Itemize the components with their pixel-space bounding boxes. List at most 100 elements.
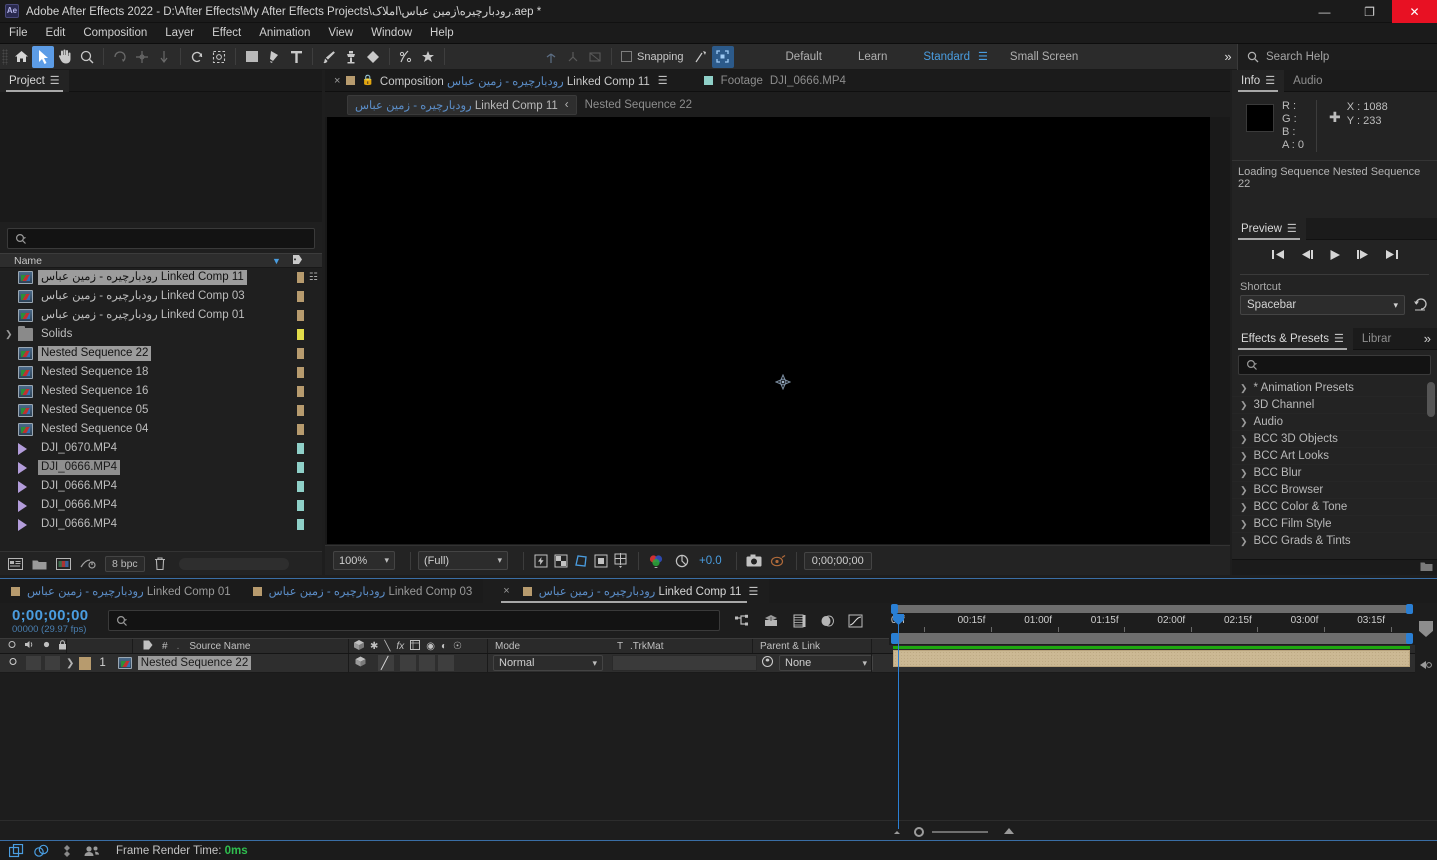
work-area-handle-left[interactable] xyxy=(891,633,898,644)
layer-clip-bar[interactable] xyxy=(893,650,1410,667)
parent-link-header[interactable]: Parent & Link xyxy=(760,641,820,652)
pan-behind-tool-icon[interactable] xyxy=(153,46,175,68)
project-menu-icon[interactable]: ☰ xyxy=(50,74,60,87)
timeline-graph-area[interactable]: 00f00:15f01:00f01:15f02:00f02:15f03:00f0… xyxy=(889,603,1437,840)
label-color-chip[interactable] xyxy=(297,272,304,283)
axis-tool-icon[interactable] xyxy=(540,46,562,68)
composition-stage[interactable] xyxy=(325,117,1230,544)
tab-audio[interactable]: Audio xyxy=(1284,70,1331,92)
list-item[interactable]: ❯ 3D Channel xyxy=(1232,397,1437,414)
draft-3d-icon[interactable] xyxy=(758,610,784,632)
timeline-menu-icon[interactable]: ☰ xyxy=(748,585,758,598)
composition-timecode[interactable]: 0;00;00;00 xyxy=(803,551,872,570)
label-color-chip[interactable] xyxy=(297,462,304,473)
video-visibility-icon[interactable] xyxy=(7,640,17,652)
hand-tool-icon[interactable] xyxy=(54,46,76,68)
menu-composition[interactable]: Composition xyxy=(74,23,156,44)
menu-help[interactable]: Help xyxy=(421,23,463,44)
zoom-out-icon[interactable] xyxy=(892,826,906,838)
menu-effect[interactable]: Effect xyxy=(203,23,250,44)
roto-brush-tool-icon[interactable] xyxy=(208,46,230,68)
list-item[interactable]: DJI_0666.MP4 xyxy=(0,477,322,496)
timeline-zoom-control[interactable] xyxy=(892,826,1022,838)
work-area-bar-top[interactable] xyxy=(889,603,1437,614)
tab-libraries[interactable]: Librar xyxy=(1353,328,1400,350)
footage-tab-label[interactable]: Footage xyxy=(721,75,763,87)
footage-tab-name[interactable]: DJI_0666.MP4 xyxy=(770,75,846,87)
layer-fx-toggle[interactable] xyxy=(400,655,416,671)
maximize-button[interactable]: ❐ xyxy=(1347,0,1392,23)
motion-blur-icon[interactable]: ✱ xyxy=(370,641,378,652)
next-frame-icon[interactable] xyxy=(1356,249,1370,263)
list-item[interactable]: ❯ BCC Color & Tone xyxy=(1232,499,1437,516)
text-tool-icon[interactable] xyxy=(285,46,307,68)
track-matte-t-header[interactable]: T xyxy=(617,641,623,652)
mode-header[interactable]: Mode xyxy=(495,641,520,652)
effects-icon[interactable]: fx xyxy=(396,641,404,652)
list-item[interactable]: ❯ Audio xyxy=(1232,414,1437,431)
layer-collapse-toggle[interactable] xyxy=(419,655,435,671)
zoom-slider-track[interactable] xyxy=(932,831,988,833)
exposure-reset-icon[interactable] xyxy=(672,552,692,570)
lock-icon[interactable]: 🔒 xyxy=(355,75,379,86)
fit-to-screen-icon[interactable] xyxy=(711,45,734,68)
label-color-chip[interactable] xyxy=(297,481,304,492)
tab-effects-presets[interactable]: Effects & Presets ☰ xyxy=(1232,327,1353,350)
resolution-dropdown[interactable]: (Full) ▾ xyxy=(418,551,508,570)
list-item[interactable]: ❯ BCC Grads & Tints xyxy=(1232,533,1437,548)
collapse-transform-icon[interactable] xyxy=(410,639,421,653)
composition-canvas[interactable] xyxy=(327,117,1210,544)
workspace-learn[interactable]: Learn xyxy=(852,51,893,63)
composition-mini-flowchart-icon[interactable] xyxy=(730,610,756,632)
reset-shortcut-icon[interactable] xyxy=(1413,297,1429,314)
info-menu-icon[interactable]: ☰ xyxy=(1265,74,1275,87)
menu-view[interactable]: View xyxy=(319,23,362,44)
play-icon[interactable] xyxy=(1329,249,1341,264)
graph-editor-icon[interactable] xyxy=(842,610,868,632)
playhead[interactable] xyxy=(893,614,904,829)
exposure-value[interactable]: +0.0 xyxy=(699,555,722,567)
new-folder-icon[interactable] xyxy=(1420,561,1433,575)
layer-mode-dropdown[interactable]: Normal ▾ xyxy=(493,655,603,671)
list-item[interactable]: رودبارچیره - زمین عباس Linked Comp 01 xyxy=(0,306,322,325)
hide-shy-layers-icon[interactable] xyxy=(786,610,812,632)
shy-icon[interactable]: ☉ xyxy=(453,641,462,652)
menu-layer[interactable]: Layer xyxy=(156,23,203,44)
eraser-tool-icon[interactable] xyxy=(362,46,384,68)
toolbar-grip[interactable] xyxy=(2,48,8,65)
take-snapshot-icon[interactable] xyxy=(744,552,764,570)
rectangle-tool-icon[interactable] xyxy=(241,46,263,68)
work-area-start-handle[interactable] xyxy=(891,604,898,614)
project-settings-icon[interactable] xyxy=(80,558,96,570)
project-item-list[interactable]: رودبارچیره - زمین عباس Linked Comp 11 ☷ رو… xyxy=(0,268,322,534)
selection-tool-icon[interactable] xyxy=(32,45,54,68)
tab-composition[interactable]: رودبارچیره - زمین عباس Linked Comp 03 xyxy=(242,579,484,603)
chevron-right-icon[interactable]: ❯ xyxy=(1240,400,1248,411)
list-item[interactable]: رودبارچیره - زمین عباس Linked Comp 03 xyxy=(0,287,322,306)
timeline-current-time[interactable]: 0;00;00;00 xyxy=(0,607,88,624)
list-item[interactable]: Nested Sequence 05 xyxy=(0,401,322,420)
zoom-in-icon[interactable] xyxy=(1002,826,1022,838)
list-item[interactable]: ❯ BCC Browser xyxy=(1232,482,1437,499)
workspace-menu-icon[interactable]: ☰ xyxy=(978,50,988,63)
list-item[interactable]: Nested Sequence 18 xyxy=(0,363,322,382)
quality-icon[interactable]: ◉ xyxy=(426,641,435,652)
snap-target-icon[interactable] xyxy=(690,46,712,68)
rotation-tool-icon[interactable] xyxy=(109,46,131,68)
list-item[interactable]: DJI_0666.MP4 xyxy=(0,458,322,477)
workspace-standard[interactable]: Standard xyxy=(917,51,976,63)
first-frame-icon[interactable] xyxy=(1271,249,1285,263)
minimize-button[interactable]: — xyxy=(1302,0,1347,23)
snapping-toggle[interactable]: Snapping xyxy=(621,51,684,63)
layer-audio-toggle[interactable] xyxy=(26,656,41,670)
layer-3d-toggle[interactable] xyxy=(355,656,366,670)
effects-category-list[interactable]: ❯ * Animation Presets ❯ 3D Channel ❯ Audio ❯ BC… xyxy=(1232,380,1437,548)
list-item[interactable]: Nested Sequence 04 xyxy=(0,420,322,439)
solo-icon[interactable] xyxy=(42,640,51,652)
breadcrumb-active[interactable]: رودبارچیره - زمین عباس Linked Comp 11 ‹ xyxy=(347,94,577,115)
chevron-right-icon[interactable]: ❯ xyxy=(1240,434,1248,445)
label-color-chip[interactable] xyxy=(297,405,304,416)
chevron-right-icon[interactable]: ❯ xyxy=(1240,451,1248,462)
chevron-right-icon[interactable]: ❯ xyxy=(1240,417,1248,428)
preview-menu-icon[interactable]: ☰ xyxy=(1287,222,1297,235)
